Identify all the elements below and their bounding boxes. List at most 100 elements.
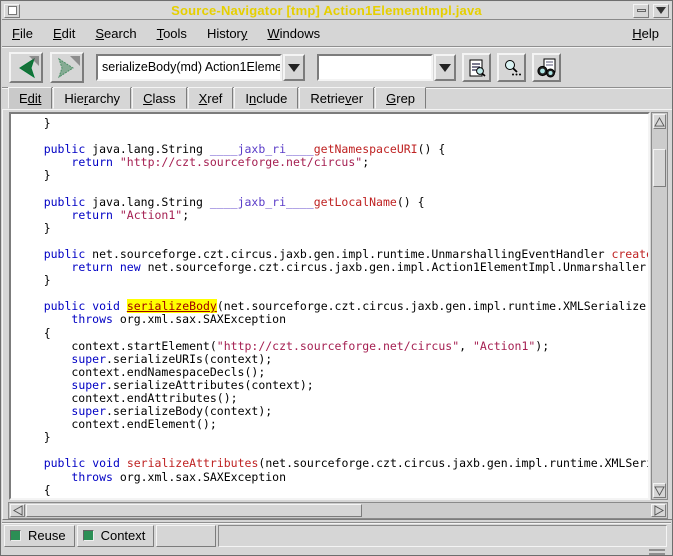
code-line[interactable]: } [16,117,648,130]
code-segment [120,299,127,313]
code-segment: "Action1" [120,208,182,222]
toggle-context[interactable]: Context [77,525,155,547]
vertical-scrollbar[interactable] [651,112,668,500]
minimize-button[interactable] [633,4,649,18]
code-segment: { [16,483,51,497]
title-bar[interactable]: Source-Navigator [tmp] Action1ElementImp… [2,2,671,20]
code-segment: serializeAttributes [127,456,259,470]
symbol-combo-dropdown[interactable] [283,54,305,81]
code-segment: ); [535,339,549,353]
code-segment [16,142,44,156]
mnemonic-underline: dit [28,91,42,106]
code-line[interactable]: context.endElement(); [16,418,648,431]
search-combo-entry[interactable] [317,54,433,81]
menu-item-windows[interactable]: Windows [257,22,330,45]
tab-edit[interactable]: Edit [8,87,52,109]
back-button[interactable] [9,52,43,83]
tab-class[interactable]: Class [132,87,187,109]
scroll-right-button[interactable] [651,504,666,517]
code-segment: throws [71,312,113,326]
code-segment: java.lang.String [85,195,210,209]
code-line[interactable]: { [16,484,648,497]
scroll-up-button[interactable] [653,114,666,129]
code-segment: super [71,378,106,392]
code-line[interactable]: throws org.xml.sax.SAXException [16,313,648,326]
tab-retriever[interactable]: Retriever [299,87,374,109]
code-line[interactable]: } [16,431,648,444]
menu-item-edit[interactable]: Edit [43,22,85,45]
history-dropdown-marker [29,56,39,66]
symbol-combobox: serializeBody(md) Action1Elemen [96,54,305,81]
code-segment [113,208,120,222]
toggle-reuse[interactable]: Reuse [4,525,75,547]
code-segment: (net.sourceforge.czt.circus.jaxb.gen.imp… [258,456,650,470]
label-text: E [19,91,28,106]
tab-hierarchy[interactable]: Hierarchy [53,87,131,109]
menu-item-file[interactable]: File [2,22,43,45]
code-segment [16,155,71,169]
horizontal-scrollbar[interactable] [8,502,668,519]
tab-xref[interactable]: Xref [188,87,234,109]
code-segment: public [44,142,86,156]
window-menu-button[interactable] [4,4,20,18]
code-line[interactable]: throws org.xml.sax.SAXException [16,471,648,484]
green-indicator-icon [83,530,94,541]
arrow-left-icon [13,505,23,516]
menu-item-search[interactable]: Search [85,22,146,45]
editor-frame: } public java.lang.String ____jaxb_ri___… [2,109,673,520]
window-bottom-border [2,548,671,556]
search-dialog-button[interactable] [497,53,526,82]
toggle-label: Reuse [28,528,66,543]
vertical-scroll-thumb[interactable] [653,149,666,187]
minimize-icon [637,9,646,12]
code-segment: return [71,208,113,222]
code-line[interactable]: return "Action1"; [16,209,648,222]
code-area[interactable]: } public java.lang.String ____jaxb_ri___… [9,112,650,500]
code-segment: "http://czt.sourceforge.net/circus" [217,339,459,353]
window-menu-icon [8,6,17,15]
code-line[interactable]: } [16,274,648,287]
label-text: archy [88,91,120,106]
code-line[interactable]: } [16,222,648,235]
code-segment [16,312,71,326]
shade-button[interactable] [653,4,669,18]
code-segment: } [16,496,51,500]
symbol-combo-entry[interactable]: serializeBody(md) Action1Elemen [96,54,282,81]
tab-grep[interactable]: Grep [375,87,426,109]
code-segment: ; [182,208,189,222]
mnemonic-underline: E [53,26,62,41]
label-text: ools [163,26,187,41]
grep-button[interactable] [532,53,561,82]
code-line[interactable]: return "http://czt.sourceforge.net/circu… [16,156,648,169]
code-segment: } [16,430,51,444]
code-segment: () { [397,195,425,209]
code-line[interactable]: } [16,497,648,500]
code-segment: net.sourceforge.czt.circus.jaxb.gen.impl… [85,247,611,261]
scroll-down-button[interactable] [653,483,666,498]
scroll-left-button[interactable] [10,504,25,517]
code-segment [120,456,127,470]
editor-view-button[interactable] [462,53,491,82]
history-dropdown-marker [70,56,80,66]
menu-item-help[interactable]: Help [620,22,671,45]
resize-grip[interactable] [649,549,665,555]
horizontal-scroll-thumb[interactable] [26,504,362,517]
menu-item-history[interactable]: History [197,22,257,45]
code-line[interactable]: } [16,169,648,182]
menu-item-tools[interactable]: Tools [147,22,197,45]
code-segment: createUnmarshaller [611,247,650,261]
chevron-down-icon [288,64,300,72]
source-navigator-window: Source-Navigator [tmp] Action1ElementImp… [0,0,673,556]
tab-include[interactable]: Include [234,87,298,109]
search-combo-dropdown[interactable] [434,54,456,81]
document-magnifier-icon [467,58,487,78]
mnemonic-underline: W [267,26,279,41]
code-line[interactable]: return new net.sourceforge.czt.circus.ja… [16,261,648,274]
view-tabs: EditHierarchyClassXrefIncludeRetrieverGr… [2,88,671,109]
code-segment: } [16,168,51,182]
code-segment [16,299,44,313]
forward-button[interactable] [50,52,84,83]
code-segment [113,260,120,274]
code-segment: net.sourceforge.czt.circus.jaxb.gen.impl… [141,260,650,274]
chevron-down-icon [656,7,666,14]
